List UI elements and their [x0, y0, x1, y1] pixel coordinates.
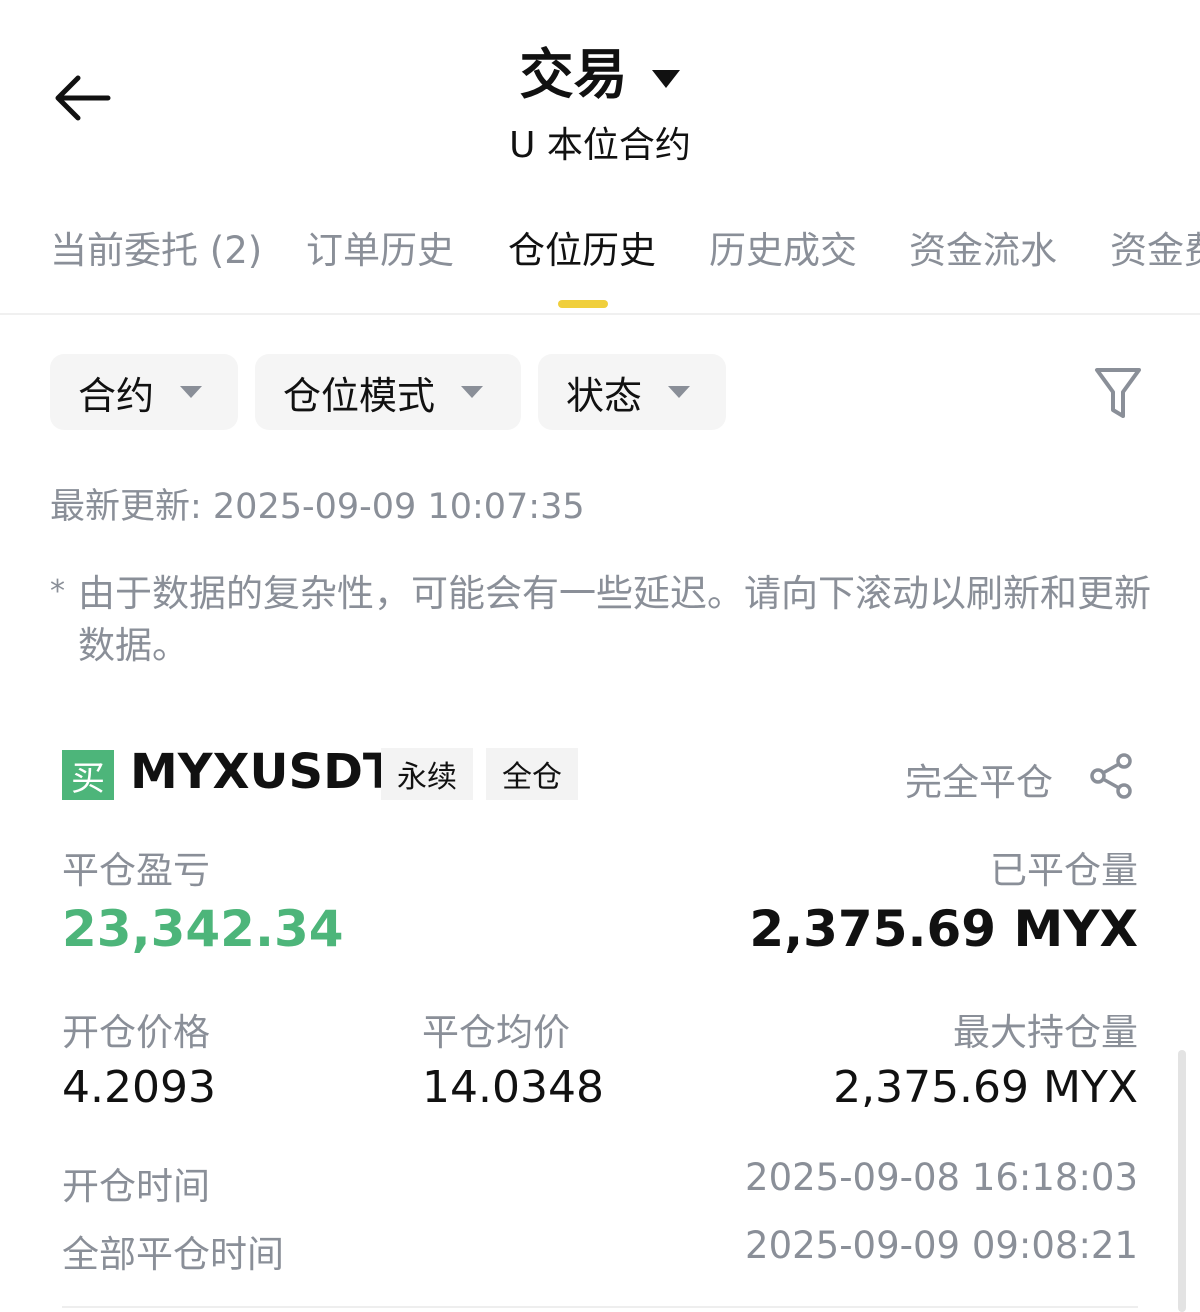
pnl-value: 23,342.34 [62, 900, 344, 958]
chevron-down-icon [461, 386, 484, 398]
open-price-label: 开仓价格 [62, 1011, 210, 1054]
tab-position-history[interactable]: 仓位历史 [508, 220, 656, 274]
tab-open-orders[interactable]: 当前委托 (2) [50, 220, 262, 274]
position-status: 完全平仓 [905, 761, 1053, 804]
last-updated: 最新更新: 2025-09-09 10:07:35 [50, 487, 585, 527]
open-time-label: 开仓时间 [62, 1165, 210, 1208]
margin-mode-tag: 全仓 [486, 748, 578, 800]
avg-close-price-label: 平仓均价 [422, 1011, 570, 1054]
tab-funding-fee[interactable]: 资金费 [1110, 220, 1200, 274]
contract-filter-label: 合约 [78, 373, 155, 418]
close-time-value: 2025-09-09 09:08:21 [745, 1224, 1138, 1267]
symbol-name: MYXUSDT [130, 744, 396, 800]
card-divider [62, 1306, 1138, 1308]
active-tab-indicator [558, 300, 608, 308]
max-position-value: 2,375.69 MYX [833, 1062, 1138, 1113]
position-mode-filter-dropdown[interactable]: 仓位模式 [255, 354, 521, 430]
title-dropdown[interactable]: 交易 [0, 30, 1200, 109]
funnel-icon[interactable] [1094, 366, 1142, 422]
note-asterisk: * [50, 574, 65, 609]
tab-bar: 当前委托 (2) 订单历史 仓位历史 历史成交 资金流水 资金费 [0, 220, 1200, 280]
close-time-label: 全部平仓时间 [62, 1233, 284, 1276]
side-badge: 买 [62, 750, 114, 800]
page-title: 交易 [519, 43, 628, 106]
pnl-label: 平仓盈亏 [62, 849, 210, 892]
open-price-value: 4.2093 [62, 1062, 216, 1113]
delay-notice: 由于数据的复杂性，可能会有一些延迟。请向下滚动以刷新和更新数据。 [78, 572, 1151, 667]
closed-qty-value: 2,375.69 MYX [749, 900, 1138, 958]
caret-down-icon [651, 69, 680, 88]
status-filter-label: 状态 [566, 373, 643, 418]
tab-transaction-history[interactable]: 资金流水 [909, 220, 1057, 274]
closed-qty-label: 已平仓量 [990, 849, 1138, 892]
share-icon[interactable] [1088, 752, 1136, 800]
tab-order-history[interactable]: 订单历史 [306, 220, 454, 274]
position-mode-filter-label: 仓位模式 [283, 373, 436, 418]
tabs-divider [0, 313, 1200, 315]
scrollbar[interactable] [1178, 1050, 1186, 1312]
chevron-down-icon [668, 386, 691, 398]
page-subtitle: U 本位合约 [509, 125, 691, 166]
max-position-label: 最大持仓量 [953, 1011, 1138, 1054]
avg-close-price-value: 14.0348 [422, 1062, 604, 1113]
perpetual-tag: 永续 [381, 748, 473, 800]
tab-trade-history[interactable]: 历史成交 [709, 220, 857, 274]
open-time-value: 2025-09-08 16:18:03 [745, 1156, 1138, 1199]
chevron-down-icon [180, 386, 203, 398]
status-filter-dropdown[interactable]: 状态 [538, 354, 726, 430]
contract-filter-dropdown[interactable]: 合约 [50, 354, 238, 430]
